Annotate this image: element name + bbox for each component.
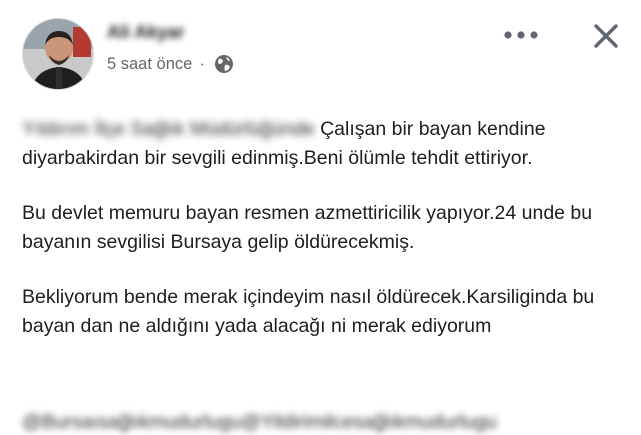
avatar[interactable] — [22, 18, 94, 90]
more-horizontal-icon — [504, 31, 538, 39]
post-timestamp[interactable]: 5 saat önce — [107, 55, 192, 74]
more-options-button[interactable] — [500, 20, 542, 50]
post-paragraph-3: Bekliyorum bende merak içindeyim nasıl ö… — [22, 286, 595, 337]
blurred-institution: Yıldırım İlçe Sağlık Müdürlüğünde — [22, 118, 315, 140]
close-icon — [594, 24, 618, 48]
post-body: Yıldırım İlçe Sağlık Müdürlüğünde Çalışa… — [22, 115, 634, 367]
post-meta: 5 saat önce · — [107, 54, 234, 74]
globe-icon[interactable] — [214, 54, 234, 74]
close-button[interactable] — [586, 16, 626, 56]
post-paragraph-1: Yıldırım İlçe Sağlık Müdürlüğünde Çalışa… — [22, 115, 634, 173]
author-name[interactable]: Ali Akyar — [107, 22, 199, 46]
blurred-mentions[interactable]: @Bursaısağlıkmudurlugu@Yildirimilcesağlı… — [22, 408, 641, 435]
meta-separator: · — [199, 54, 205, 73]
post-paragraph-2: Bu devlet memuru bayan resmen azmettiric… — [22, 202, 593, 253]
